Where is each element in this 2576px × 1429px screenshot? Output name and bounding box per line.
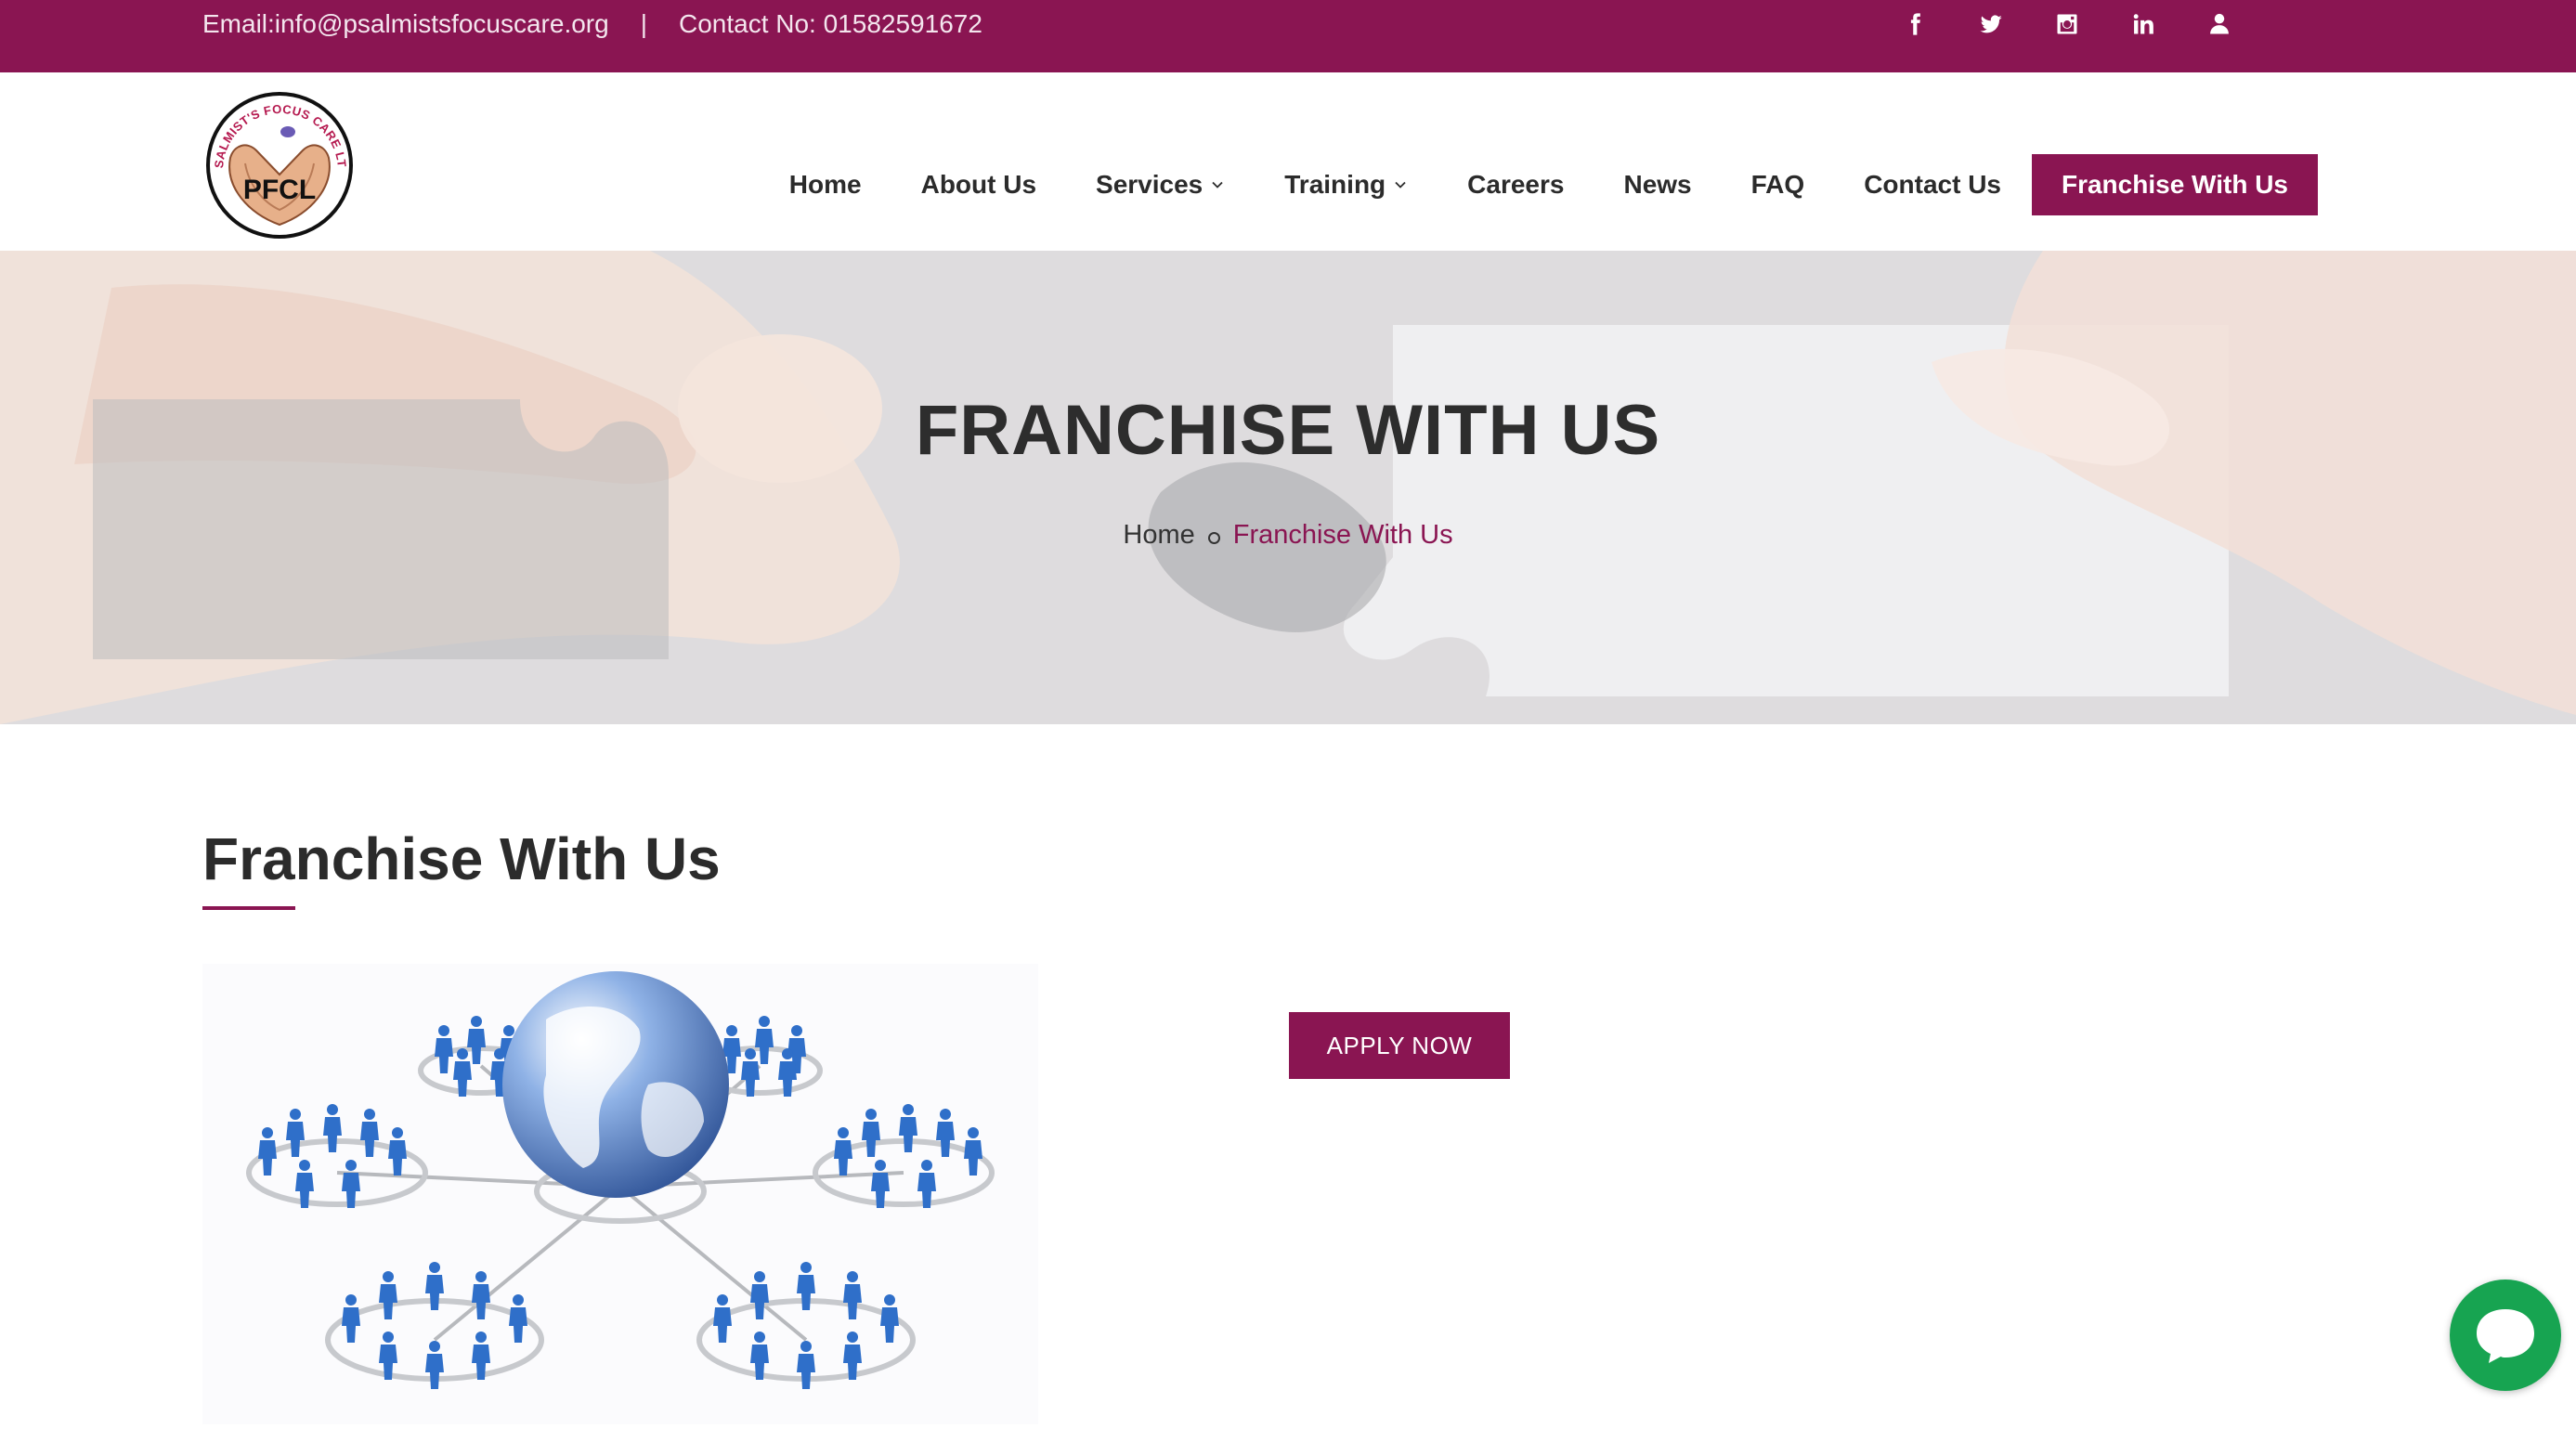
logo-initials: PFCL (243, 175, 316, 205)
nav-news[interactable]: News (1594, 154, 1721, 215)
nav-services[interactable]: Services (1066, 154, 1255, 215)
nav-franchise-label: Franchise With Us (2061, 170, 2288, 199)
breadcrumb-home[interactable]: Home (1123, 520, 1194, 551)
linkedin-icon[interactable] (2128, 9, 2158, 39)
instagram-icon[interactable] (2052, 9, 2082, 39)
nav-services-label: Services (1096, 170, 1203, 199)
nav-faq-label: FAQ (1750, 170, 1805, 199)
heading-underline (202, 906, 295, 910)
chevron-down-icon (1395, 181, 1406, 188)
chevron-down-icon (1212, 181, 1223, 188)
site-header: PSALMIST'S FOCUS CARE LTD PFCL Home Abou… (0, 72, 2576, 251)
nav-contact[interactable]: Contact Us (1834, 154, 2031, 215)
section-heading: Franchise With Us (202, 825, 721, 892)
nav-about[interactable]: About Us (891, 154, 1066, 215)
top-bar: Email:info@psalmistsfocuscare.org | Cont… (0, 0, 2576, 72)
puzzle-hands-background (0, 251, 2576, 724)
main-nav: Home About Us Services Training Careers … (760, 154, 2318, 215)
nav-faq[interactable]: FAQ (1722, 154, 1835, 215)
nav-contact-label: Contact Us (1864, 170, 2001, 199)
email-link[interactable]: Email:info@psalmistsfocuscare.org (202, 9, 609, 39)
breadcrumb: Home Franchise With Us (0, 520, 2576, 551)
nav-franchise-button[interactable]: Franchise With Us (2031, 154, 2318, 215)
nav-careers[interactable]: Careers (1438, 154, 1594, 215)
twitter-icon[interactable] (1976, 9, 2006, 39)
nav-home[interactable]: Home (760, 154, 891, 215)
chat-icon (2477, 1309, 2534, 1363)
page-banner: FRANCHISE WITH US Home Franchise With Us (0, 251, 2576, 724)
nav-news-label: News (1623, 170, 1692, 199)
nav-home-label: Home (788, 170, 862, 199)
nav-careers-label: Careers (1467, 170, 1565, 199)
nav-about-label: About Us (920, 170, 1037, 199)
user-icon[interactable] (2205, 9, 2234, 39)
page-title: FRANCHISE WITH US (915, 391, 1661, 470)
nav-training-label: Training (1284, 170, 1386, 199)
breadcrumb-current: Franchise With Us (1232, 520, 1453, 550)
chat-widget-button[interactable] (2450, 1280, 2561, 1391)
nav-training[interactable]: Training (1255, 154, 1438, 215)
facebook-icon[interactable] (1900, 9, 1930, 39)
contact-separator: | (640, 9, 647, 38)
site-logo[interactable]: PSALMIST'S FOCUS CARE LTD PFCL (198, 74, 357, 240)
social-links (1900, 7, 2234, 41)
apply-now-button[interactable]: APPLY NOW (1289, 1012, 1510, 1079)
breadcrumb-separator-icon (1207, 532, 1220, 544)
contact-info: Email:info@psalmistsfocuscare.org | Cont… (202, 0, 982, 48)
phone-number[interactable]: Contact No: 01582591672 (679, 9, 982, 39)
global-network-image (202, 964, 1038, 1424)
